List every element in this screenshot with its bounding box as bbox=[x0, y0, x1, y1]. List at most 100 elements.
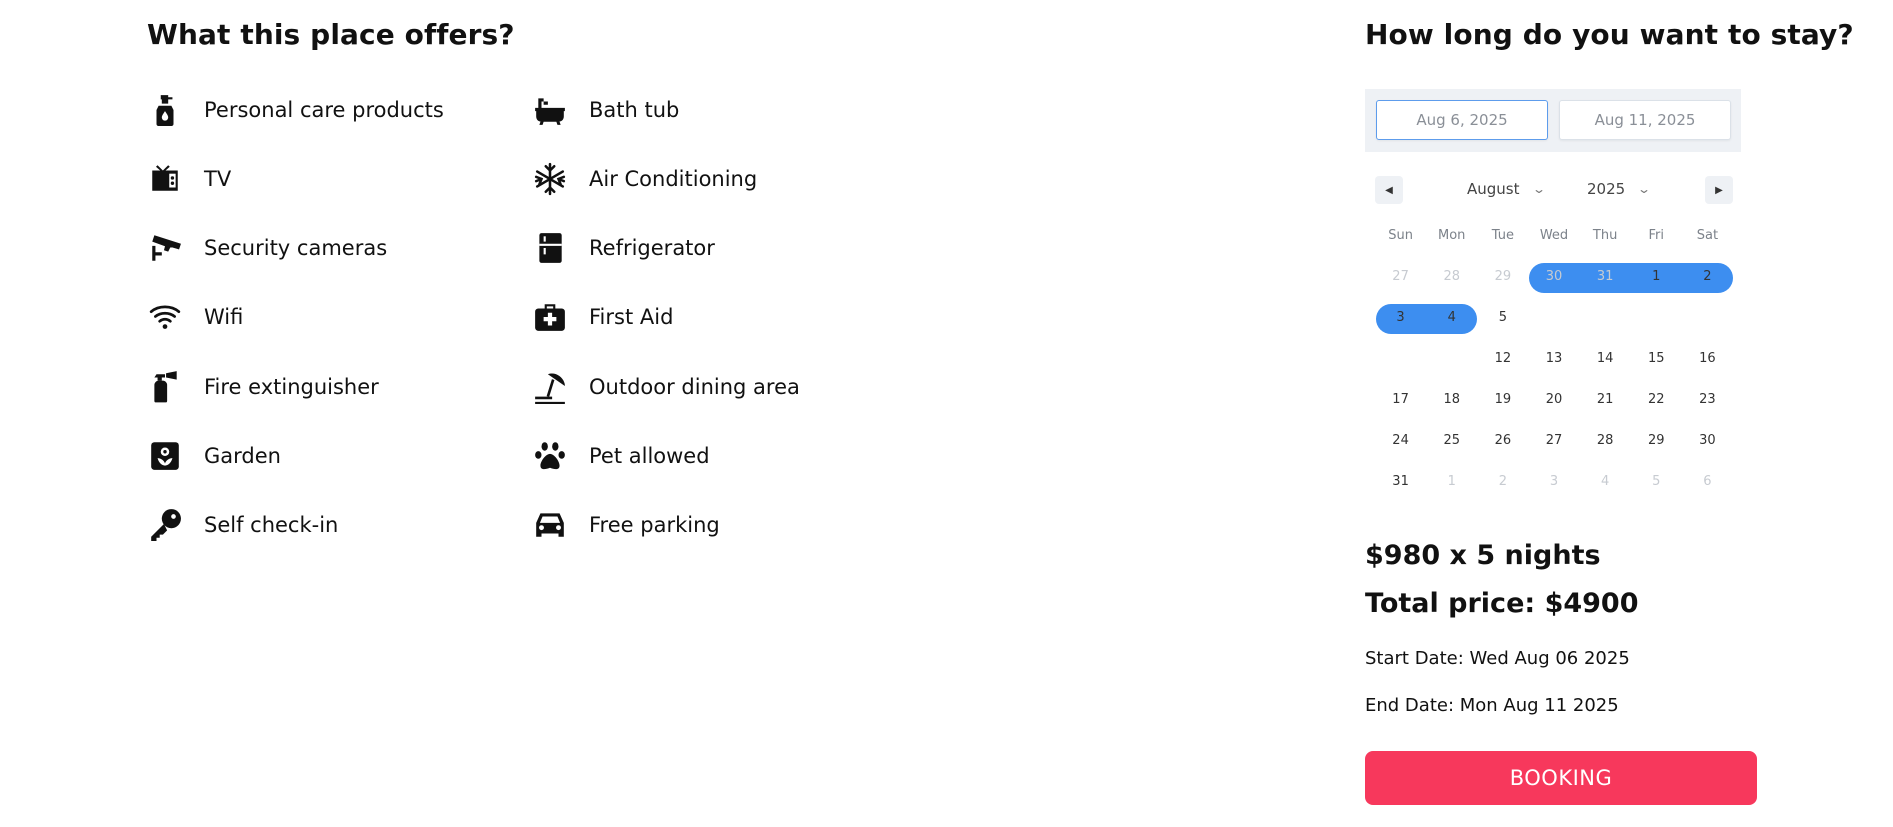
calendar-day-number: 7 bbox=[1600, 310, 1610, 325]
calendar-day-number: 19 bbox=[1494, 392, 1512, 407]
umbrella-beach-icon bbox=[532, 369, 568, 405]
amenity-label: Refrigerator bbox=[589, 236, 715, 260]
calendar-day[interactable]: 31 bbox=[1375, 461, 1426, 502]
calendar-day[interactable]: 29 bbox=[1631, 420, 1682, 461]
calendar-day-number: 31 bbox=[1596, 269, 1614, 284]
amenity-self-check-in: Self check-in bbox=[147, 505, 338, 545]
calendar-day-outside-month[interactable]: 29 bbox=[1477, 256, 1528, 297]
calendar-day-number: 2 bbox=[1703, 269, 1712, 284]
calendar-day-number: 1 bbox=[1652, 269, 1661, 284]
calendar-day-outside-month[interactable]: 1 bbox=[1426, 461, 1477, 502]
calendar-day[interactable]: 30 bbox=[1682, 420, 1733, 461]
weekday-header: Sun Mon Tue Wed Thu Fri Sat bbox=[1375, 228, 1733, 243]
calendar-day[interactable]: 12 bbox=[1477, 338, 1528, 379]
calendar-day[interactable]: 27 bbox=[1528, 420, 1579, 461]
garden-icon bbox=[147, 438, 183, 474]
calendar-day[interactable]: 14 bbox=[1580, 338, 1631, 379]
amenity-air-conditioning: Air Conditioning bbox=[532, 159, 757, 199]
calendar-day-outside-month[interactable]: 31 bbox=[1580, 256, 1631, 297]
weekday-label: Sat bbox=[1696, 228, 1719, 243]
year-select-value: 2025 bbox=[1587, 180, 1626, 198]
calendar-day[interactable]: 15 bbox=[1631, 338, 1682, 379]
calendar-day-outside-month[interactable]: 3 bbox=[1528, 461, 1579, 502]
calendar-day-number: 14 bbox=[1596, 351, 1614, 366]
calendar-day-outside-month[interactable]: 27 bbox=[1375, 256, 1426, 297]
calendar-day[interactable]: 13 bbox=[1528, 338, 1579, 379]
calendar-day[interactable]: 26 bbox=[1477, 420, 1528, 461]
amenity-label: Free parking bbox=[589, 513, 720, 537]
calendar-day[interactable]: 20 bbox=[1528, 379, 1579, 420]
calendar-day-number: 29 bbox=[1494, 269, 1512, 284]
calendar: ◀ August ⌄ 2025 ⌄ ▶ Sun Mon Tue Wed Thu … bbox=[1375, 176, 1733, 489]
calendar-day-number: 30 bbox=[1699, 433, 1716, 448]
calendar-day-number: 17 bbox=[1392, 392, 1409, 407]
calendar-day[interactable]: 23 bbox=[1682, 379, 1733, 420]
amenity-first-aid: First Aid bbox=[532, 297, 673, 337]
calendar-day-outside-month[interactable]: 4 bbox=[1580, 461, 1631, 502]
calendar-day[interactable]: 2 bbox=[1682, 256, 1733, 297]
calendar-day-number: 3 bbox=[1396, 310, 1405, 325]
calendar-day[interactable]: 21 bbox=[1580, 379, 1631, 420]
amenity-wifi: Wifi bbox=[147, 297, 243, 337]
amenity-tv: TV bbox=[147, 159, 231, 199]
calendar-header: ◀ August ⌄ 2025 ⌄ ▶ bbox=[1375, 176, 1733, 204]
calendar-day-selected[interactable]: 10 bbox=[1375, 338, 1426, 379]
amenity-label: Self check-in bbox=[204, 513, 339, 537]
calendar-day-selected[interactable]: 7 bbox=[1580, 297, 1631, 338]
calendar-day-number: 28 bbox=[1443, 269, 1460, 284]
calendar-day-number: 16 bbox=[1699, 351, 1716, 366]
calendar-day-selected[interactable]: 11 bbox=[1426, 338, 1477, 379]
calendar-day[interactable]: 19 bbox=[1477, 379, 1528, 420]
calendar-day[interactable]: 16 bbox=[1682, 338, 1733, 379]
calendar-day[interactable]: 28 bbox=[1580, 420, 1631, 461]
calendar-day-number: 6 bbox=[1547, 309, 1561, 326]
calendar-day-outside-month[interactable]: 5 bbox=[1631, 461, 1682, 502]
calendar-day-selected[interactable]: 8 bbox=[1631, 297, 1682, 338]
calendar-day-number: 25 bbox=[1443, 433, 1460, 448]
amenity-label: Fire extinguisher bbox=[204, 375, 379, 399]
calendar-day[interactable]: 24 bbox=[1375, 420, 1426, 461]
calendar-day-number: 22 bbox=[1648, 392, 1665, 407]
calendar-day-number: 10 bbox=[1392, 351, 1409, 366]
start-date-input[interactable] bbox=[1376, 100, 1548, 140]
weekday-label: Sun bbox=[1388, 228, 1413, 243]
month-select[interactable]: August ⌄ bbox=[1467, 180, 1546, 198]
calendar-day-outside-month[interactable]: 2 bbox=[1477, 461, 1528, 502]
amenity-refrigerator: Refrigerator bbox=[532, 228, 715, 268]
calendar-day-outside-month[interactable]: 6 bbox=[1682, 461, 1733, 502]
calendar-day[interactable]: 18 bbox=[1426, 379, 1477, 420]
car-icon bbox=[532, 507, 568, 543]
calendar-day-outside-month[interactable]: 28 bbox=[1426, 256, 1477, 297]
year-select[interactable]: 2025 ⌄ bbox=[1587, 180, 1652, 198]
amenity-label: Garden bbox=[204, 444, 281, 468]
calendar-day[interactable]: 5 bbox=[1477, 297, 1528, 338]
calendar-day-number: 28 bbox=[1596, 433, 1614, 448]
refrigerator-icon bbox=[532, 230, 568, 266]
calendar-day-number: 12 bbox=[1494, 351, 1512, 366]
amenity-bath-tub: Bath tub bbox=[532, 90, 679, 130]
calendar-day-selected[interactable]: 9 bbox=[1682, 297, 1733, 338]
calendar-day-selected[interactable]: 6 bbox=[1528, 297, 1579, 338]
booking-button[interactable]: BOOKING bbox=[1365, 751, 1757, 805]
calendar-day-number: 30 bbox=[1545, 269, 1563, 284]
calendar-day[interactable]: 17 bbox=[1375, 379, 1426, 420]
chevron-down-icon: ⌄ bbox=[1637, 182, 1652, 196]
calendar-day[interactable]: 3 bbox=[1375, 297, 1426, 338]
calendar-day[interactable]: 4 bbox=[1426, 297, 1477, 338]
amenity-outdoor-dining: Outdoor dining area bbox=[532, 367, 800, 407]
calendar-day-number: 27 bbox=[1545, 433, 1563, 448]
calendar-day[interactable]: 1 bbox=[1631, 256, 1682, 297]
booking-title: How long do you want to stay? bbox=[1365, 18, 1854, 51]
total-price: Total price: $4900 bbox=[1365, 588, 1639, 619]
calendar-day[interactable]: 22 bbox=[1631, 379, 1682, 420]
calendar-day-number: 31 bbox=[1392, 474, 1409, 489]
first-aid-icon bbox=[532, 299, 568, 335]
previous-month-button[interactable]: ◀ bbox=[1375, 176, 1403, 204]
calendar-day-outside-month[interactable]: 30 bbox=[1528, 256, 1579, 297]
amenity-label: Wifi bbox=[204, 305, 244, 329]
calendar-day[interactable]: 25 bbox=[1426, 420, 1477, 461]
amenities-title: What this place offers? bbox=[147, 18, 515, 51]
next-month-button[interactable]: ▶ bbox=[1705, 176, 1733, 204]
end-date-input[interactable] bbox=[1559, 100, 1731, 140]
amenity-pet-allowed: Pet allowed bbox=[532, 436, 710, 476]
